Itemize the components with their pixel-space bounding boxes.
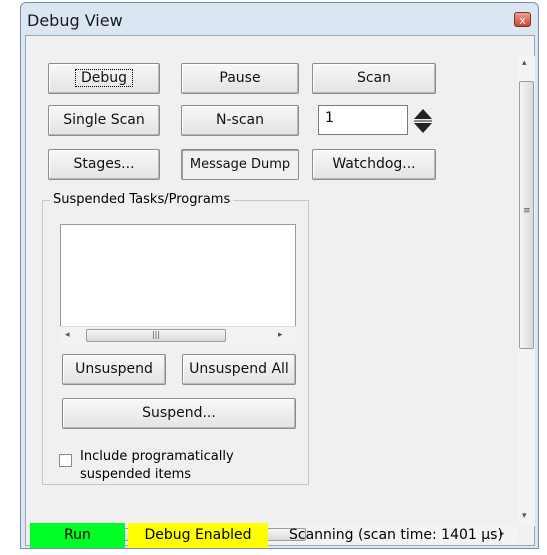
list-horizontal-scrollbar[interactable]: ◂ ||| ▸ [60,326,296,344]
unsuspend-button[interactable]: Unsuspend [62,354,166,385]
scan-button[interactable]: Scan [312,63,436,94]
stages-button-label: Stages... [73,156,135,172]
window-title: Debug View [27,11,123,30]
vertical-scroll-thumb[interactable]: ≡ [519,81,534,349]
include-label-line-2: suspended items [80,467,192,482]
include-programmatic-checkbox[interactable] [59,454,72,467]
stages-button[interactable]: Stages... [48,149,160,180]
unsuspend-all-button[interactable]: Unsuspend All [182,354,296,385]
include-programmatic-label: Include programatically suspended items [80,448,280,484]
n-scan-button-label: N-scan [216,112,264,128]
debug-button-label: Debug [74,69,134,87]
single-scan-button-label: Single Scan [63,112,145,128]
list-scroll-thumb[interactable]: ||| [86,329,226,342]
spinner-arrows-icon [414,109,432,133]
n-scan-count-input[interactable]: 1 [318,105,408,135]
watchdog-button-label: Watchdog... [332,156,416,172]
message-dump-button[interactable]: Message Dump [181,149,299,180]
suspended-group-label: Suspended Tasks/Programs [50,192,234,207]
scan-status: Scanning (scan time: 1401 µs) [289,527,503,543]
unsuspend-all-button-label: Unsuspend All [189,361,289,377]
scroll-down-icon[interactable]: ▾ [522,511,527,521]
scan-button-label: Scan [356,70,392,86]
title-bar[interactable]: Debug View x [21,3,538,35]
n-scan-button[interactable]: N-scan [181,105,299,136]
n-scan-spinner[interactable] [412,107,434,135]
pause-button-label: Pause [219,70,261,86]
single-scan-button[interactable]: Single Scan [48,105,160,136]
status-bar: Run Debug Enabled Scanning (scan time: 1… [25,523,535,548]
watchdog-button[interactable]: Watchdog... [312,149,436,180]
close-button[interactable]: x [514,12,531,27]
debug-button[interactable]: Debug [48,63,160,94]
unsuspend-button-label: Unsuspend [75,361,153,377]
message-dump-button-label: Message Dump [189,157,291,172]
scroll-left-icon[interactable]: ◂ [65,330,70,340]
client-area: Debug Pause Scan Single Scan N-scan 1 St… [25,35,535,546]
debug-status: Debug Enabled [128,523,268,548]
grip-icon: ≡ [523,206,531,216]
scroll-right-icon[interactable]: ▸ [278,330,283,340]
suspend-button-label: Suspend... [142,405,216,421]
debug-view-window: Debug View x Debug Pause Scan Single Sca… [20,2,539,549]
close-icon: x [519,14,526,27]
pause-button[interactable]: Pause [181,63,299,94]
run-status: Run [30,523,125,548]
scroll-up-icon[interactable]: ▴ [522,58,527,68]
include-label-line-1: Include programatically [80,449,234,464]
suspend-button[interactable]: Suspend... [62,398,296,429]
